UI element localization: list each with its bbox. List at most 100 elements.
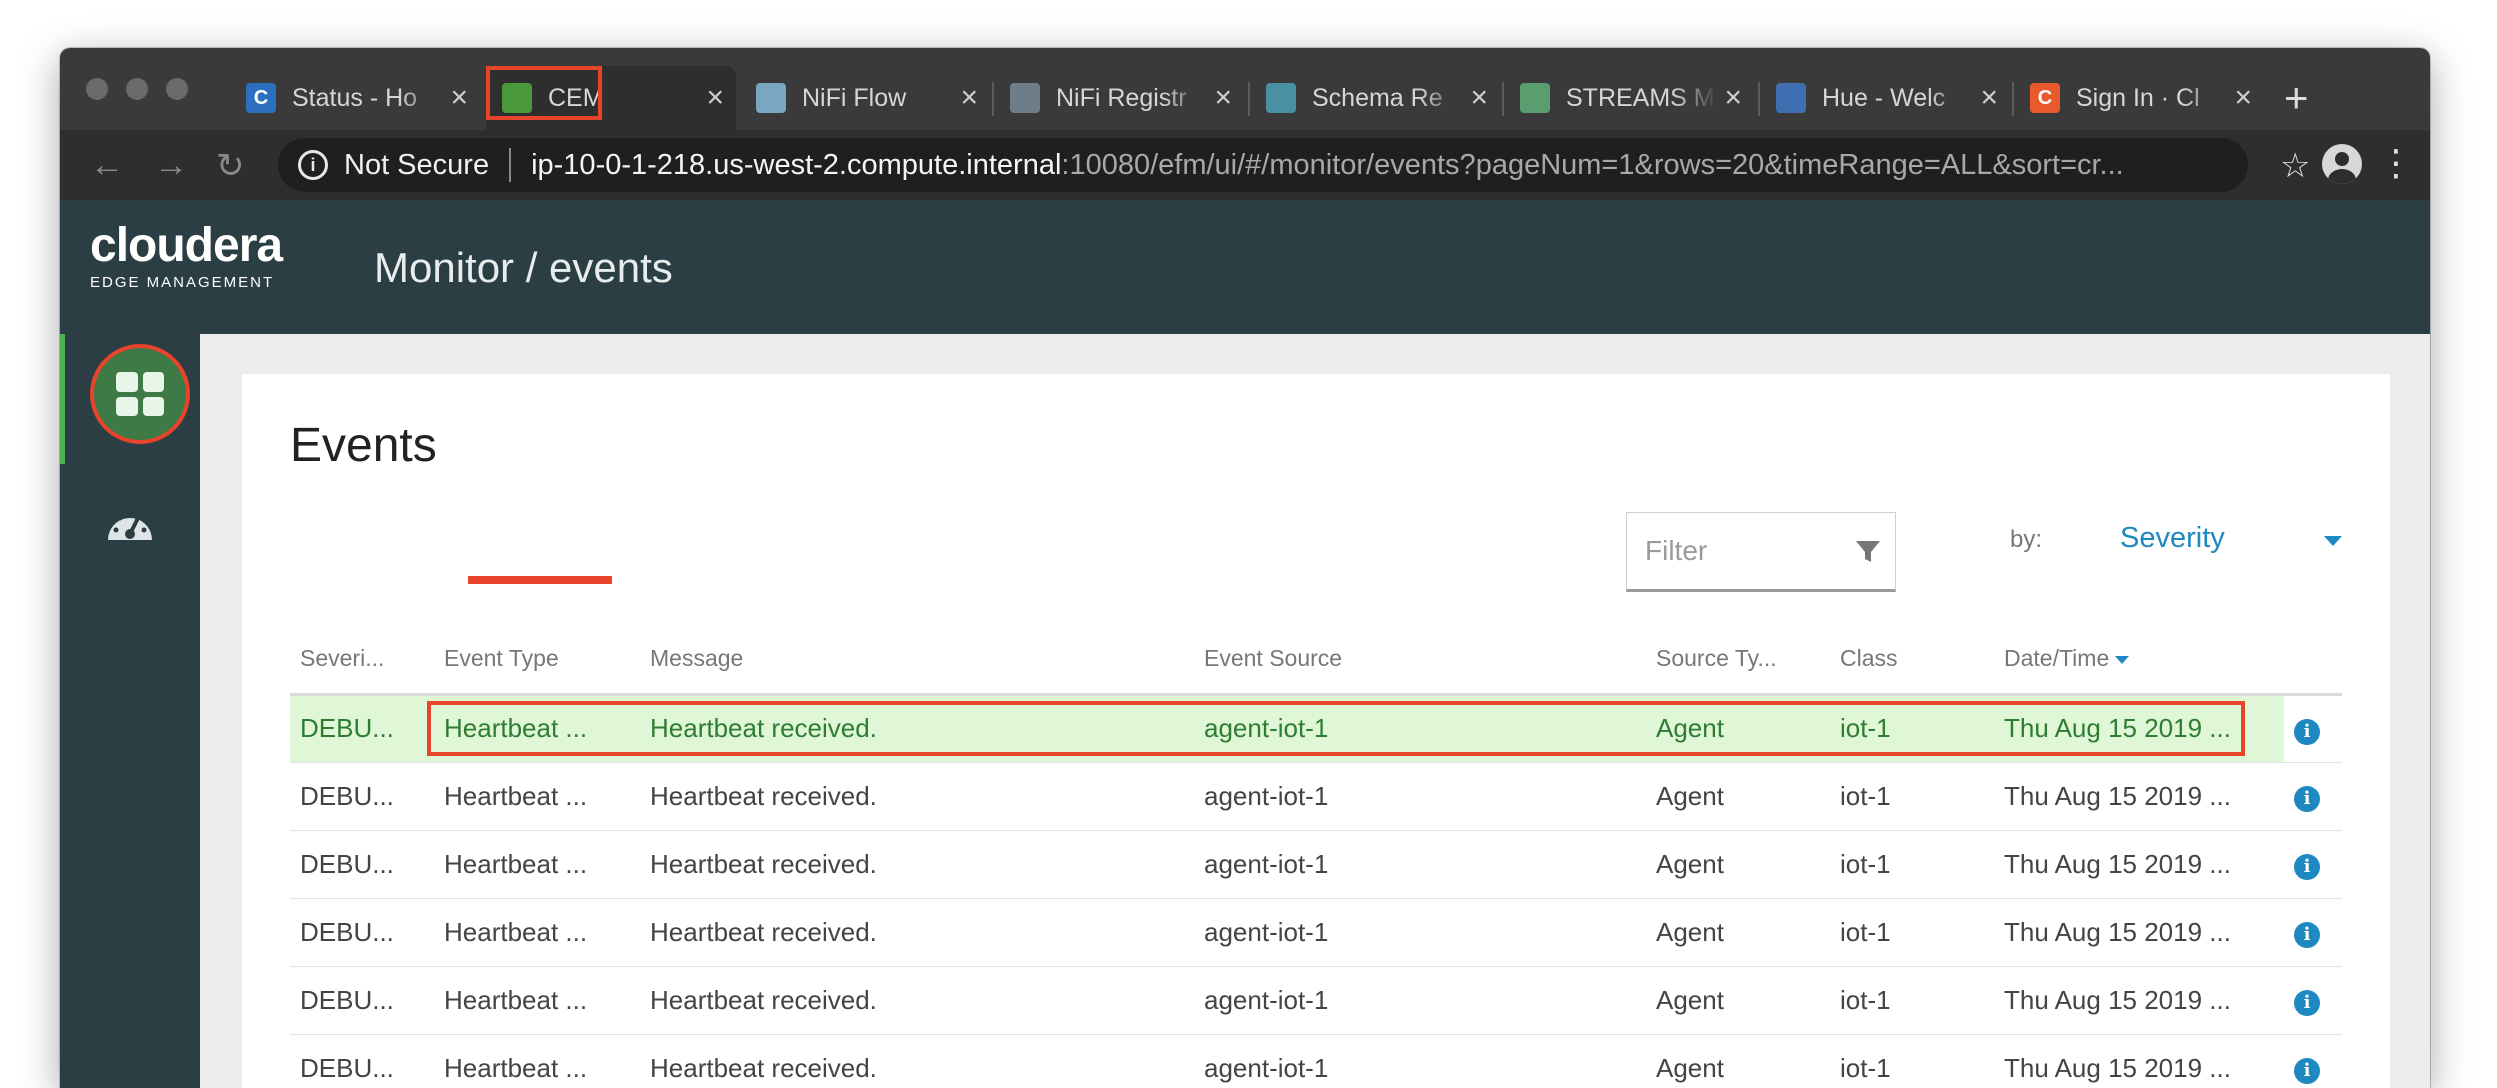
table-cell: iot-1 (1830, 762, 1994, 831)
tab-7[interactable]: C Sign In · Cl × (2014, 66, 2264, 130)
tab-5[interactable]: STREAMS M × (1504, 66, 1754, 130)
table-cell: Heartbeat ... (434, 966, 640, 1035)
close-icon[interactable]: × (2234, 81, 2252, 115)
forward-icon[interactable]: → (154, 146, 188, 185)
table-cell: Agent (1646, 1034, 1830, 1088)
info-icon[interactable]: i (298, 150, 328, 180)
profile-avatar[interactable] (2322, 144, 2362, 184)
table-cell: iot-1 (1830, 966, 1994, 1035)
back-icon[interactable]: ← (90, 146, 124, 185)
table-row[interactable]: DEBU... Heartbeat ... Heartbeat received. a… (290, 762, 2342, 831)
table-cell: Thu Aug 15 2019 ... (1994, 694, 2284, 763)
tab-favicon-icon: C (246, 83, 276, 113)
filter-input[interactable] (1627, 535, 1847, 567)
info-icon[interactable]: i (2294, 990, 2320, 1016)
table-cell: Heartbeat ... (434, 1034, 640, 1088)
reload-icon[interactable]: ↻ (216, 146, 245, 186)
table-cell: iot-1 (1830, 694, 1994, 763)
tab-divider (1502, 82, 1504, 116)
events-card: Events by: Severity Severi... Event Type M… (242, 374, 2390, 1088)
table-cell: Agent (1646, 762, 1830, 831)
url-host: ip-10-0-1-218.us-west-2.compute.internal (531, 148, 1062, 181)
table-cell: Thu Aug 15 2019 ... (1994, 966, 2284, 1035)
close-icon[interactable]: × (450, 81, 468, 115)
sort-desc-icon[interactable] (2115, 655, 2130, 664)
close-icon[interactable]: × (960, 81, 978, 115)
tab-6[interactable]: Hue - Welc × (1760, 66, 2010, 130)
close-icon[interactable]: × (706, 81, 724, 115)
bookmark-star-icon[interactable]: ☆ (2280, 146, 2310, 186)
row-info-cell: i (2284, 694, 2342, 763)
tab-0[interactable]: C Status - Ho × (230, 66, 480, 130)
table-cell: Agent (1646, 694, 1830, 763)
info-icon[interactable]: i (2294, 718, 2320, 745)
table-cell: DEBU... (290, 966, 434, 1035)
close-icon[interactable]: × (1724, 81, 1742, 115)
info-icon[interactable]: i (2294, 922, 2320, 948)
cloudera-logo[interactable]: cloudera EDGE MANAGEMENT (90, 222, 283, 292)
column-header[interactable]: Class (1830, 624, 1994, 696)
tab-2[interactable]: NiFi Flow × (740, 66, 990, 130)
url-path: :10080/efm/ui/#/monitor/events?pageNum=1… (1061, 148, 2124, 181)
column-header-label: Source Ty... (1656, 644, 1777, 671)
address-bar[interactable]: i Not Secure ip-10-0-1-218.us-west-2.com… (278, 138, 2248, 192)
info-icon[interactable]: i (2294, 1058, 2320, 1084)
tab-strip: C Status - Ho × CEM × NiFi Flow × NiFi Registr ×… (60, 48, 2430, 130)
column-header-label: Message (650, 644, 744, 671)
tab-label: Hue - Welc (1822, 83, 1946, 112)
sidebar-item-monitor-gauge-icon[interactable] (104, 504, 156, 544)
tab-1[interactable]: CEM × (486, 66, 736, 130)
table-cell: Heartbeat ... (434, 830, 640, 899)
sidebar-item-dashboard[interactable] (90, 344, 190, 444)
table-cell: DEBU... (290, 1034, 434, 1088)
table-cell: Thu Aug 15 2019 ... (1994, 762, 2284, 831)
new-tab-button[interactable]: + (2284, 74, 2309, 122)
filter-field[interactable] (1626, 512, 1896, 592)
table-row[interactable]: DEBU... Heartbeat ... Heartbeat received. a… (290, 966, 2342, 1035)
close-icon[interactable]: × (1214, 81, 1232, 115)
table-row[interactable]: DEBU... Heartbeat ... Heartbeat received. a… (290, 694, 2342, 763)
dashboard-grid-icon (116, 372, 164, 416)
browser-menu-icon[interactable]: ⋮ (2378, 142, 2414, 184)
row-info-cell: i (2284, 762, 2342, 831)
table-cell: Thu Aug 15 2019 ... (1994, 830, 2284, 899)
minimize-window-button[interactable] (126, 78, 148, 100)
table-cell: Heartbeat ... (434, 898, 640, 967)
table-cell: Agent (1646, 830, 1830, 899)
column-header[interactable]: Source Ty... (1646, 624, 1830, 696)
close-icon[interactable]: × (1980, 81, 1998, 115)
security-label: Not Secure (344, 148, 490, 181)
column-header[interactable]: Event Type (434, 624, 640, 696)
table-row[interactable]: DEBU... Heartbeat ... Heartbeat received. a… (290, 830, 2342, 899)
table-cell: agent-iot-1 (1194, 1034, 1646, 1088)
close-window-button[interactable] (86, 78, 108, 100)
table-cell: iot-1 (1830, 1034, 1994, 1088)
tab-3[interactable]: NiFi Registr × (994, 66, 1244, 130)
info-icon[interactable]: i (2294, 854, 2320, 880)
table-cell: DEBU... (290, 694, 434, 763)
events-table: Severi... Event Type Message Event Source So… (290, 624, 2342, 1088)
tab-favicon-icon (1010, 83, 1040, 113)
column-header[interactable]: Message (640, 624, 1194, 696)
tab-label: NiFi Flow (802, 83, 907, 112)
column-header[interactable]: Date/Time (1994, 624, 2284, 696)
table-cell: Thu Aug 15 2019 ... (1994, 898, 2284, 967)
table-row[interactable]: DEBU... Heartbeat ... Heartbeat received. a… (290, 1034, 2342, 1088)
funnel-icon[interactable] (1855, 539, 1881, 565)
table-row[interactable]: DEBU... Heartbeat ... Heartbeat received. a… (290, 898, 2342, 967)
tab-label: CEM (548, 83, 604, 112)
sidebar (60, 334, 200, 1088)
tab-favicon-icon (1776, 83, 1806, 113)
tab-label: Status - Ho (292, 83, 418, 112)
tab-favicon-icon (756, 83, 786, 113)
close-icon[interactable]: × (1470, 81, 1488, 115)
column-header[interactable]: Event Source (1194, 624, 1646, 696)
tab-4[interactable]: Schema Re × (1250, 66, 1500, 130)
column-header[interactable]: Severi... (290, 624, 434, 696)
zoom-window-button[interactable] (166, 78, 188, 100)
column-header-label: Date/Time (2004, 644, 2110, 671)
app-header: cloudera EDGE MANAGEMENT Monitor / event… (60, 200, 2430, 334)
table-cell: DEBU... (290, 830, 434, 899)
filter-by-select[interactable]: Severity (2120, 522, 2342, 562)
info-icon[interactable]: i (2294, 786, 2320, 812)
